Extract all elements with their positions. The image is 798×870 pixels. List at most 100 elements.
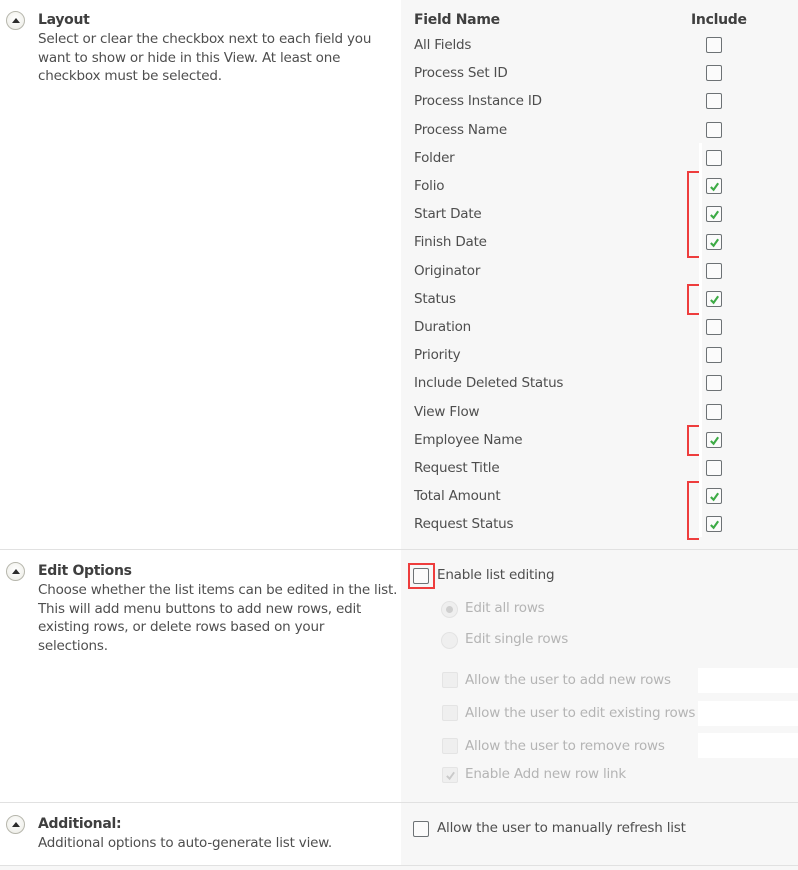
allow-edit-rows-label: Allow the user to edit existing rows (465, 705, 695, 721)
edit-single-rows-radio[interactable] (441, 632, 458, 649)
collapse-up-icon (11, 568, 20, 574)
include-checkbox[interactable] (706, 122, 722, 138)
field-row: Employee Name (414, 430, 523, 450)
include-checkbox[interactable] (706, 263, 722, 279)
layout-title: Layout (38, 12, 90, 28)
edit-single-rows-label: Edit single rows (465, 631, 568, 647)
field-row: Process Set ID (414, 63, 508, 83)
field-row: Process Instance ID (414, 91, 542, 111)
check-icon (709, 295, 719, 304)
additional-description: Additional options to auto-generate list… (38, 835, 332, 851)
enable-add-new-row-link-checkbox[interactable] (442, 767, 458, 783)
allow-add-rows-checkbox[interactable] (442, 672, 458, 688)
field-row: View Flow (414, 402, 480, 422)
highlight-bracket (687, 171, 699, 258)
field-name: Folio (414, 178, 445, 194)
include-header: Include (691, 12, 747, 28)
include-checkbox[interactable] (706, 37, 722, 53)
field-name: Request Title (414, 460, 500, 476)
field-name: Process Set ID (414, 65, 508, 81)
edit-options-title: Edit Options (38, 563, 132, 579)
remove-rows-text-input[interactable] (698, 733, 798, 758)
field-name-header: Field Name (414, 12, 500, 28)
field-name: All Fields (414, 37, 472, 53)
check-icon (709, 210, 719, 219)
enable-list-editing-checkbox[interactable] (413, 568, 429, 584)
edit-options-collapse-toggle[interactable] (6, 562, 25, 581)
check-icon (445, 771, 455, 780)
edit-single-rows-text: Edit single rows (465, 631, 569, 647)
allow-remove-rows-checkbox[interactable] (442, 738, 458, 754)
field-row: Status (414, 289, 456, 309)
enable-add-new-row-link-label: Enable Add new row link (465, 766, 626, 782)
highlight-bracket (687, 425, 699, 456)
include-checkbox[interactable] (706, 206, 722, 222)
enable-list-editing-text: Enable list editing (437, 567, 555, 583)
field-name: Request Status (414, 516, 514, 532)
collapse-up-icon (11, 821, 20, 827)
check-icon (709, 492, 719, 501)
additional-collapse-toggle[interactable] (6, 815, 25, 834)
field-name: Finish Date (414, 234, 487, 250)
field-name: Folder (414, 150, 455, 166)
edit-all-rows-label: Edit all rows (465, 600, 545, 616)
layout-description: Select or clear the checkbox next to eac… (38, 31, 372, 84)
include-checkbox[interactable] (706, 150, 722, 166)
field-row: Folder (414, 148, 455, 168)
field-name: View Flow (414, 404, 480, 420)
include-checkbox[interactable] (706, 347, 722, 363)
check-icon (709, 182, 719, 191)
allow-edit-rows-checkbox[interactable] (442, 705, 458, 721)
field-name: Include Deleted Status (414, 375, 564, 391)
edit-rows-text-input[interactable] (698, 701, 798, 726)
highlight-bracket (687, 284, 699, 315)
field-name: Process Instance ID (414, 93, 542, 109)
manual-refresh-text: Allow the user to manually refresh list (437, 820, 686, 836)
include-checkbox[interactable] (706, 404, 722, 420)
edit-all-rows-radio[interactable] (441, 601, 458, 618)
field-name: Employee Name (414, 432, 523, 448)
allow-remove-rows-text: Allow the user to remove rows (465, 738, 665, 754)
field-row: Start Date (414, 204, 482, 224)
edit-options-description: Choose whether the list items can be edi… (38, 582, 398, 654)
include-checkbox[interactable] (706, 93, 722, 109)
include-checkbox[interactable] (706, 178, 722, 194)
include-checkbox[interactable] (706, 516, 722, 532)
include-checkbox[interactable] (706, 65, 722, 81)
additional-title: Additional: (38, 816, 122, 832)
include-checkbox[interactable] (706, 234, 722, 250)
allow-add-rows-text: Allow the user to add new rows (465, 672, 671, 688)
field-name: Total Amount (414, 488, 501, 504)
field-row: All Fields (414, 35, 471, 55)
field-name: Start Date (414, 206, 482, 222)
layout-collapse-toggle[interactable] (6, 11, 25, 30)
edit-all-rows-text: Edit all rows (465, 600, 545, 616)
field-name: Priority (414, 347, 461, 363)
include-checkbox[interactable] (706, 460, 722, 476)
include-checkbox[interactable] (706, 488, 722, 504)
column-gap (699, 143, 702, 537)
allow-add-rows-label: Allow the user to add new rows (465, 672, 671, 688)
include-checkbox[interactable] (706, 432, 722, 448)
field-name: Duration (414, 319, 472, 335)
field-name: Process Name (414, 122, 507, 138)
include-checkbox[interactable] (706, 375, 722, 391)
field-name: Status (414, 291, 456, 307)
field-row: Finish Date (414, 232, 487, 252)
field-row: Total Amount (414, 486, 501, 506)
field-row: Process Name (414, 120, 507, 140)
include-checkbox[interactable] (706, 291, 722, 307)
add-rows-text-input[interactable] (698, 668, 798, 693)
field-row: Duration (414, 317, 471, 337)
field-row: Folio (414, 176, 445, 196)
check-icon (709, 520, 719, 529)
field-row: Include Deleted Status (414, 373, 563, 393)
field-row: Request Status (414, 514, 514, 534)
field-row: Request Title (414, 458, 500, 478)
manual-refresh-checkbox[interactable] (413, 821, 429, 837)
highlight-bracket (687, 481, 699, 540)
field-row: Originator (414, 261, 480, 281)
check-icon (709, 436, 719, 445)
check-icon (709, 238, 719, 247)
include-checkbox[interactable] (706, 319, 722, 335)
